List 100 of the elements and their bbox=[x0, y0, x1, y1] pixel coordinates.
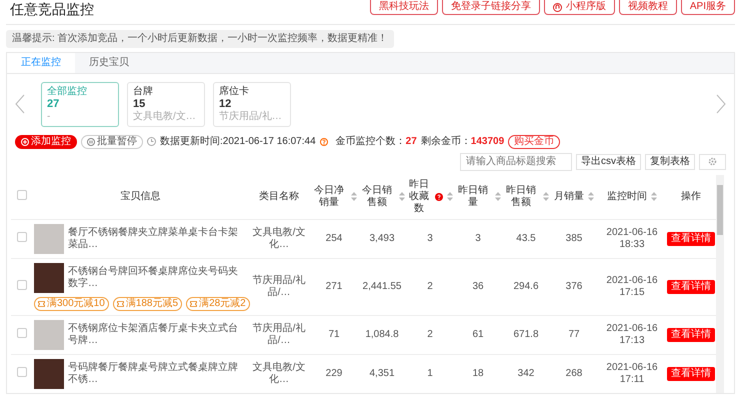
table-cell: 254 bbox=[326, 232, 342, 244]
category-card[interactable]: 席位卡 12 节庆用品/礼… bbox=[213, 82, 291, 127]
update-time: 数据更新时间:2021-06-17 16:07:44 bbox=[160, 136, 316, 148]
table-cell: 671.8 bbox=[513, 328, 539, 340]
column-header: 月销量 bbox=[554, 190, 584, 203]
chevron-left-icon[interactable] bbox=[15, 94, 25, 114]
sort-icon[interactable] bbox=[588, 192, 594, 202]
select-all-checkbox[interactable] bbox=[17, 190, 27, 200]
coupon-tag: 满28元减2 bbox=[186, 296, 250, 311]
table-cell: 61 bbox=[472, 328, 484, 340]
table-cell: 77 bbox=[568, 328, 580, 340]
coupon-tag: 满300元减10 bbox=[34, 296, 109, 311]
product-title[interactable]: 号码牌餐厅餐牌桌号牌立式餐桌牌立牌不锈… bbox=[68, 362, 247, 386]
table-cell: 271 bbox=[326, 280, 342, 292]
category-card[interactable]: 台牌 15 文具电教/文… bbox=[127, 82, 205, 127]
table-cell: 2021-06-16 17:13 bbox=[606, 322, 658, 346]
coin-balance-label: 剩余金币： bbox=[420, 136, 471, 147]
ticket-icon bbox=[190, 300, 198, 307]
sort-icon[interactable] bbox=[447, 192, 453, 202]
table-cell: 71 bbox=[328, 328, 340, 340]
table-cell: 2 bbox=[427, 328, 433, 340]
plus-circle-icon bbox=[21, 138, 29, 146]
sort-icon[interactable] bbox=[351, 192, 357, 202]
ticket-icon bbox=[116, 300, 124, 307]
table-cell: 4,351 bbox=[369, 368, 395, 379]
add-monitor-button[interactable]: 添加监控 bbox=[15, 134, 77, 149]
table-cell: 18 bbox=[472, 368, 484, 379]
chevron-right-icon[interactable] bbox=[716, 94, 726, 114]
category-text: 节庆用品/礼品/… bbox=[252, 322, 306, 346]
column-header: 监控时间 bbox=[607, 190, 647, 203]
help-icon bbox=[320, 138, 328, 146]
view-details-button[interactable]: 查看详情 bbox=[667, 328, 715, 342]
header-button[interactable]: 小程序版 bbox=[544, 0, 615, 15]
notice-text: 温馨提示: 首次添加竞品，一个小时后更新数据，一小时一次监控频率，数据更精准！ bbox=[6, 30, 394, 48]
header-button[interactable]: 视频教程 bbox=[618, 0, 677, 15]
category-name: 台牌 bbox=[133, 86, 154, 98]
category-card[interactable]: 全部监控 27 - bbox=[41, 82, 119, 127]
category-subtitle: 文具电教/文… bbox=[133, 110, 197, 123]
settings-icon bbox=[708, 156, 717, 166]
search-field[interactable]: 请输入商品标题搜索 bbox=[460, 152, 572, 171]
table-cell: 2021-06-16 17:15 bbox=[606, 274, 658, 298]
export-csv-button[interactable]: 导出csv表格 bbox=[576, 154, 641, 170]
product-title[interactable]: 不锈钢席位卡架酒店餐厅桌卡夹立式台号牌… bbox=[68, 322, 247, 347]
row-checkbox[interactable] bbox=[17, 366, 27, 377]
photo-placeholder bbox=[34, 358, 64, 389]
coin-count-label: 金币监控个数： bbox=[336, 136, 406, 147]
sort-icon[interactable] bbox=[399, 192, 405, 202]
clock-icon bbox=[147, 137, 156, 146]
table-cell: 2021-06-16 18:33 bbox=[606, 226, 658, 250]
column-header: 昨日收藏数 bbox=[408, 178, 430, 215]
tab[interactable]: 正在监控 bbox=[7, 52, 75, 73]
tab[interactable]: 历史宝贝 bbox=[75, 52, 143, 73]
column-header: 今日销售额 bbox=[361, 184, 393, 209]
table-cell: 43.5 bbox=[516, 232, 536, 244]
category-text: 文具电教/文化… bbox=[252, 362, 306, 385]
table-cell: 2 bbox=[427, 280, 433, 292]
table-cell: 268 bbox=[566, 368, 582, 379]
category-subtitle: - bbox=[47, 110, 52, 123]
category-text: 节庆用品/礼品/… bbox=[252, 274, 306, 298]
category-count: 27 bbox=[47, 98, 60, 111]
header-button[interactable]: 免登录子链接分享 bbox=[442, 0, 540, 15]
view-details-button[interactable]: 查看详情 bbox=[667, 280, 715, 294]
product-title[interactable]: 餐厅不锈钢餐牌夹立牌菜单桌卡台卡架菜品… bbox=[68, 226, 247, 251]
sort-icon[interactable] bbox=[543, 192, 549, 202]
pause-circle-icon bbox=[87, 138, 95, 146]
coupon-tag: 满188元减5 bbox=[112, 296, 182, 311]
view-details-button[interactable]: 查看详情 bbox=[667, 232, 715, 246]
column-header: 昨日销量 bbox=[457, 184, 489, 209]
table-cell: 376 bbox=[566, 280, 582, 292]
scrollbar[interactable] bbox=[716, 174, 724, 393]
category-name: 全部监控 bbox=[47, 86, 88, 98]
coin-balance: 143709 bbox=[470, 136, 504, 147]
help-icon bbox=[435, 192, 443, 201]
sort-icon[interactable] bbox=[651, 192, 657, 202]
row-checkbox[interactable] bbox=[17, 232, 27, 242]
table-cell: 3 bbox=[475, 232, 481, 244]
product-title[interactable]: 不锈钢台号牌回环餐桌牌席位夹号码夹数字… bbox=[68, 266, 247, 290]
column-header: 今日净销量 bbox=[313, 184, 345, 209]
pause-button[interactable]: 批量暂停 bbox=[81, 134, 143, 149]
header-button[interactable]: 黑科技玩法 bbox=[370, 0, 438, 15]
table-cell: 294.6 bbox=[513, 280, 539, 292]
column-header: 类目名称 bbox=[259, 190, 299, 203]
link-icon bbox=[552, 2, 562, 12]
buy-coins-button[interactable]: 购买金币 bbox=[508, 134, 560, 149]
table-cell: 2021-06-16 17:11 bbox=[606, 362, 658, 385]
view-details-button[interactable]: 查看详情 bbox=[667, 366, 715, 381]
header-button[interactable]: API服务 bbox=[680, 0, 735, 15]
photo-placeholder bbox=[34, 320, 64, 350]
coin-count: 27 bbox=[406, 136, 417, 147]
table-cell: 3 bbox=[427, 232, 433, 244]
table-cell: 36 bbox=[472, 280, 484, 292]
category-count: 15 bbox=[133, 98, 146, 110]
row-checkbox[interactable] bbox=[17, 280, 27, 290]
category-name: 席位卡 bbox=[219, 86, 250, 98]
table-cell: 342 bbox=[518, 368, 534, 379]
settings-button[interactable] bbox=[699, 154, 726, 170]
sort-icon[interactable] bbox=[495, 192, 501, 202]
copy-table-button[interactable]: 复制表格 bbox=[645, 154, 695, 170]
row-checkbox[interactable] bbox=[17, 328, 27, 338]
table-cell: 229 bbox=[326, 368, 342, 379]
